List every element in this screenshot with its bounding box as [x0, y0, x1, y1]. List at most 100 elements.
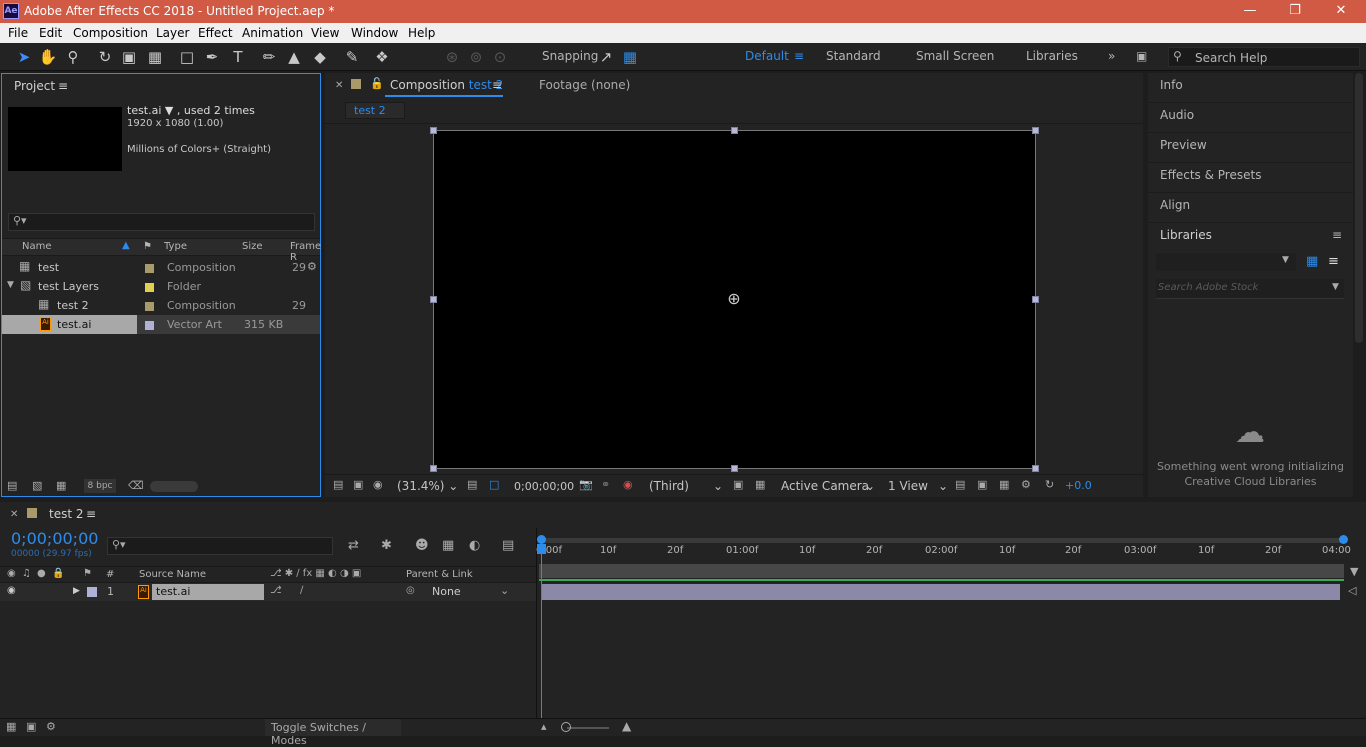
library-selector-dropdown[interactable]: ▼ [1156, 253, 1296, 271]
effects-presets-panel-tab[interactable]: Effects & Presets [1148, 163, 1353, 193]
viewer-timecode[interactable]: 0;00;00;00 [514, 480, 574, 493]
close-button[interactable]: ✕ [1331, 2, 1351, 20]
resolution-dropdown[interactable]: (Third) ⌄ [649, 479, 723, 493]
transform-handle[interactable] [731, 465, 738, 472]
column-type[interactable]: Type [164, 241, 187, 252]
work-area-start-handle[interactable] [537, 535, 546, 544]
menu-composition[interactable]: Composition [73, 26, 148, 40]
label-swatch[interactable] [145, 283, 154, 292]
hand-tool-icon[interactable]: ✋ [38, 47, 58, 67]
zoom-slider-thumb[interactable] [561, 722, 571, 732]
video-switch-icon[interactable]: ◉ [7, 568, 16, 579]
transform-handle[interactable] [430, 465, 437, 472]
menu-animation[interactable]: Animation [242, 26, 303, 40]
timeline-icon[interactable]: ▦ [999, 478, 1009, 491]
column-source-name[interactable]: Source Name [139, 569, 206, 580]
column-number[interactable]: # [106, 569, 114, 580]
motion-blur-icon[interactable]: ◐ [469, 538, 480, 553]
lock-icon[interactable]: 🔓 [370, 77, 384, 90]
work-area-bar[interactable] [539, 538, 1343, 543]
collapse-transform-icon[interactable]: ⎇ [270, 585, 282, 596]
footage-tab[interactable]: Footage (none) [539, 78, 630, 92]
menu-layer[interactable]: Layer [156, 26, 189, 40]
timeline-search-input[interactable]: ⚲▾ [107, 537, 333, 555]
views-dropdown[interactable]: 1 View ⌄ [888, 479, 948, 493]
local-axis-icon[interactable]: ⊛ [442, 47, 462, 67]
project-tab[interactable]: Project [14, 79, 55, 93]
audio-switch-icon[interactable]: ♫ [22, 568, 31, 579]
comp-marker-bin-icon[interactable]: ▼ [1350, 565, 1358, 578]
comp-breadcrumb[interactable]: test 2 [345, 102, 405, 119]
zoom-in-icon[interactable]: ▲ [622, 719, 631, 733]
rotation-tool-icon[interactable]: ↻ [95, 47, 115, 67]
timeline-panel-menu-icon[interactable]: ≡ [86, 507, 96, 521]
column-size[interactable]: Size [242, 241, 263, 252]
snap-features-icon[interactable]: ▦ [620, 47, 640, 67]
show-snapshot-icon[interactable]: ⚭ [601, 478, 610, 491]
workspace-libraries[interactable]: Libraries [1026, 49, 1078, 63]
label-swatch[interactable] [87, 587, 97, 597]
dropdown-arrow-icon[interactable]: ▼ [165, 104, 173, 117]
list-view-icon[interactable]: ≡ [1328, 254, 1339, 269]
zoom-tool-icon[interactable]: ⚲ [63, 47, 83, 67]
project-item-test-layers[interactable]: ▼ ▧ test Layers Folder [2, 277, 320, 296]
label-swatch[interactable] [145, 302, 154, 311]
menu-effect[interactable]: Effect [198, 26, 233, 40]
layer-duration-bar[interactable] [542, 584, 1340, 600]
workspace-switch-icon[interactable]: ▣ [1136, 49, 1147, 63]
exposure-value[interactable]: +0.0 [1065, 479, 1092, 492]
transform-handle[interactable] [430, 127, 437, 134]
layer-marker-icon[interactable]: ◁ [1348, 584, 1356, 597]
timeline-tab[interactable]: test 2 [49, 507, 84, 521]
menu-view[interactable]: View [311, 26, 339, 40]
anchor-point-icon[interactable]: ⊕ [725, 290, 743, 308]
time-ruler[interactable]: 0:00f 10f 20f 01:00f 10f 20f 02:00f 10f … [536, 544, 1351, 562]
libraries-menu-icon[interactable]: ≡ [1332, 228, 1342, 242]
flowchart-icon[interactable]: ⚙ [307, 260, 317, 273]
camera-dropdown[interactable]: Active Camera ⌄ [781, 479, 875, 493]
workspace-standard[interactable]: Standard [826, 49, 881, 63]
zoom-out-icon[interactable]: ▴ [541, 720, 547, 733]
puppet-pin-tool-icon[interactable]: ❖ [372, 47, 392, 67]
close-tab-icon[interactable]: ✕ [335, 80, 343, 91]
layer-name-cell[interactable]: test.ai [152, 584, 264, 600]
search-adobe-stock-input[interactable]: Search Adobe Stock ▼ [1156, 279, 1344, 299]
brush-tool-icon[interactable]: ✏ [259, 47, 279, 67]
label-column-icon[interactable]: ⚑ [143, 241, 152, 252]
bit-depth-button[interactable]: 8 bpc [84, 479, 116, 493]
sort-ascending-icon[interactable]: ▲ [122, 240, 130, 251]
fast-previews-icon[interactable]: ▣ [977, 478, 987, 491]
world-axis-icon[interactable]: ⊚ [466, 47, 486, 67]
zoom-slider[interactable] [567, 727, 609, 729]
frame-blending-icon[interactable]: ▦ [442, 538, 454, 553]
horizontal-scrollbar[interactable] [150, 481, 198, 492]
audio-panel-tab[interactable]: Audio [1148, 103, 1353, 133]
graph-editor-icon[interactable]: ▤ [502, 538, 514, 553]
roto-brush-tool-icon[interactable]: ✎ [342, 47, 362, 67]
label-swatch[interactable] [145, 264, 154, 273]
in-out-toggle-icon[interactable]: ⚙ [46, 720, 56, 733]
workspace-small-screen[interactable]: Small Screen [916, 49, 994, 63]
visibility-eye-icon[interactable]: ◉ [7, 585, 16, 596]
right-panel-scrollbar[interactable] [1355, 73, 1363, 343]
clone-stamp-tool-icon[interactable]: ▲ [284, 47, 304, 67]
snapshot-icon[interactable]: 📷 [579, 478, 593, 491]
expand-layer-icon[interactable]: ▶ [73, 586, 80, 596]
workspace-default[interactable]: Default [745, 49, 789, 63]
region-of-interest-icon[interactable]: ▣ [733, 478, 743, 491]
composition-panel-menu-icon[interactable]: ≡ [492, 78, 502, 92]
selection-tool-icon[interactable]: ➤ [14, 47, 34, 67]
transform-handle[interactable] [1032, 465, 1039, 472]
quality-switch-icon[interactable]: ∕ [300, 585, 303, 596]
current-time-indicator[interactable] [541, 544, 542, 718]
preview-panel-tab[interactable]: Preview [1148, 133, 1353, 163]
project-item-test-ai[interactable]: Ai test.ai Vector Art 315 KB [2, 315, 320, 334]
camera-tool-icon[interactable]: ▣ [119, 47, 139, 67]
toggle-transparency-icon[interactable]: □ [489, 478, 499, 491]
transform-handle[interactable] [1032, 296, 1039, 303]
search-help-field[interactable]: ⚲ Search Help [1168, 47, 1360, 67]
view-axis-icon[interactable]: ⊙ [490, 47, 510, 67]
work-area-end-handle[interactable] [1339, 535, 1348, 544]
info-panel-tab[interactable]: Info [1148, 73, 1353, 103]
trash-icon[interactable]: ⌫ [128, 479, 144, 492]
